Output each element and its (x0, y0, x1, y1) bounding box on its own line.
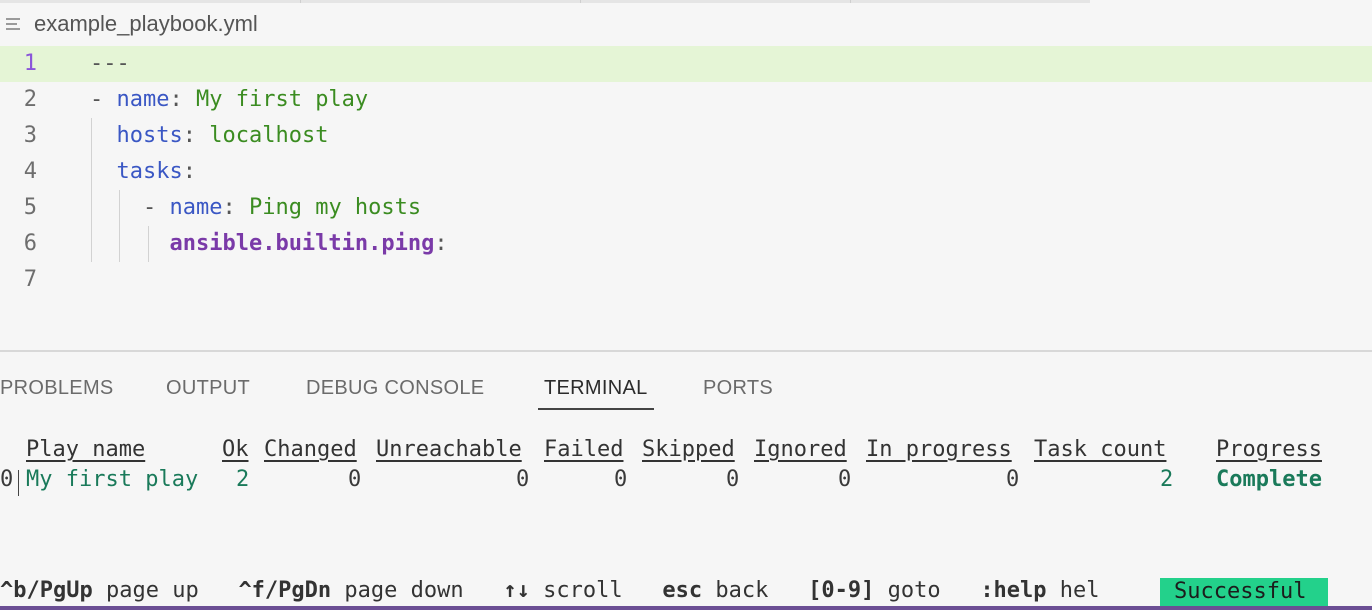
line-number: 2 (23, 87, 37, 112)
code-line-6[interactable]: 6 ansible.builtin.ping: (0, 226, 1372, 262)
line-number: 6 (23, 231, 37, 256)
hint-key: ↑↓ (503, 578, 530, 603)
code-line-3[interactable]: 3 hosts: localhost (0, 118, 1372, 154)
hint-key: ^f/PgDn (238, 578, 332, 603)
panel-border (0, 350, 1372, 352)
header-unreachable: Unreachable (376, 437, 522, 462)
tab-output[interactable]: OUTPUT (166, 370, 250, 408)
editor-tab-strip (0, 0, 1090, 3)
code-line-7[interactable]: 7 (0, 262, 1372, 298)
hint-desc: back (715, 578, 769, 603)
status-bar (0, 606, 1372, 610)
cell-in-progress: 0 (1006, 467, 1020, 492)
hint-key: ^b/PgUp (0, 578, 93, 603)
key-hints: ^b/PgUp page up ^f/PgDn page down ↑↓ scr… (0, 575, 1100, 607)
indent-guide (119, 190, 120, 262)
header-progress: Progress (1216, 437, 1322, 462)
header-ignored: Ignored (754, 437, 847, 462)
code-text: - name: Ping my hosts (90, 195, 422, 220)
header-task-count: Task count (1034, 437, 1167, 462)
cell-failed: 0 (614, 467, 628, 492)
cell-ok: 2 (236, 467, 250, 492)
tab-terminal[interactable]: TERMINAL (538, 370, 654, 410)
code-line-2[interactable]: 2 - name: My first play (0, 82, 1372, 118)
code-line-4[interactable]: 4 tasks: (0, 154, 1372, 190)
indent-guide (91, 118, 92, 262)
hint-desc: page up (105, 578, 199, 603)
cell-progress: Complete (1216, 467, 1322, 492)
header-in-progress: In progress (866, 437, 1012, 462)
code-text: tasks: (116, 159, 196, 184)
hint-key: [0-9] (808, 578, 875, 603)
cell-changed: 0 (348, 467, 362, 492)
code-text: --- (90, 51, 130, 76)
breadcrumb[interactable]: example_playbook.yml (0, 6, 258, 42)
cell-skipped: 0 (726, 467, 740, 492)
hint-desc: hel (1059, 578, 1100, 603)
header-skipped: Skipped (642, 437, 735, 462)
line-number: 7 (23, 267, 37, 292)
row-index: 0 (0, 467, 14, 492)
header-ok: Ok (222, 437, 249, 462)
file-lines-icon (4, 13, 26, 35)
line-number: 4 (23, 159, 37, 184)
row-separator (18, 470, 19, 496)
hint-desc: scroll (543, 578, 623, 603)
cell-ignored: 0 (838, 467, 852, 492)
code-text: hosts: localhost (116, 123, 329, 148)
header-play-name: Play name (26, 437, 146, 462)
hint-key: esc (662, 578, 703, 603)
hint-desc: page down (344, 578, 464, 603)
code-text: - name: My first play (90, 87, 369, 112)
hint-desc: goto (887, 578, 941, 603)
tab-problems[interactable]: PROBLEMS (0, 370, 114, 408)
line-number: 1 (23, 51, 37, 76)
header-failed: Failed (544, 437, 624, 462)
status-badge: Successful (1160, 578, 1328, 606)
cell-task-count: 2 (1160, 467, 1174, 492)
tab-ports[interactable]: PORTS (703, 370, 773, 408)
code-line-1[interactable]: 1 --- (0, 46, 1372, 82)
indent-guide (148, 226, 149, 262)
header-changed: Changed (264, 437, 357, 462)
line-number: 3 (23, 123, 37, 148)
code-line-5[interactable]: 5 - name: Ping my hosts (0, 190, 1372, 226)
breadcrumb-file-name[interactable]: example_playbook.yml (34, 11, 258, 37)
code-text: ansible.builtin.ping: (169, 231, 448, 256)
line-number: 5 (23, 195, 37, 220)
tab-debug-console[interactable]: DEBUG CONSOLE (306, 370, 484, 408)
code-editor[interactable]: 1 --- 2 - name: My first play 3 hosts: l… (0, 46, 1372, 352)
hint-key: :help (980, 578, 1047, 603)
cell-play-name[interactable]: My first play (26, 466, 198, 494)
cell-unreachable: 0 (516, 467, 530, 492)
